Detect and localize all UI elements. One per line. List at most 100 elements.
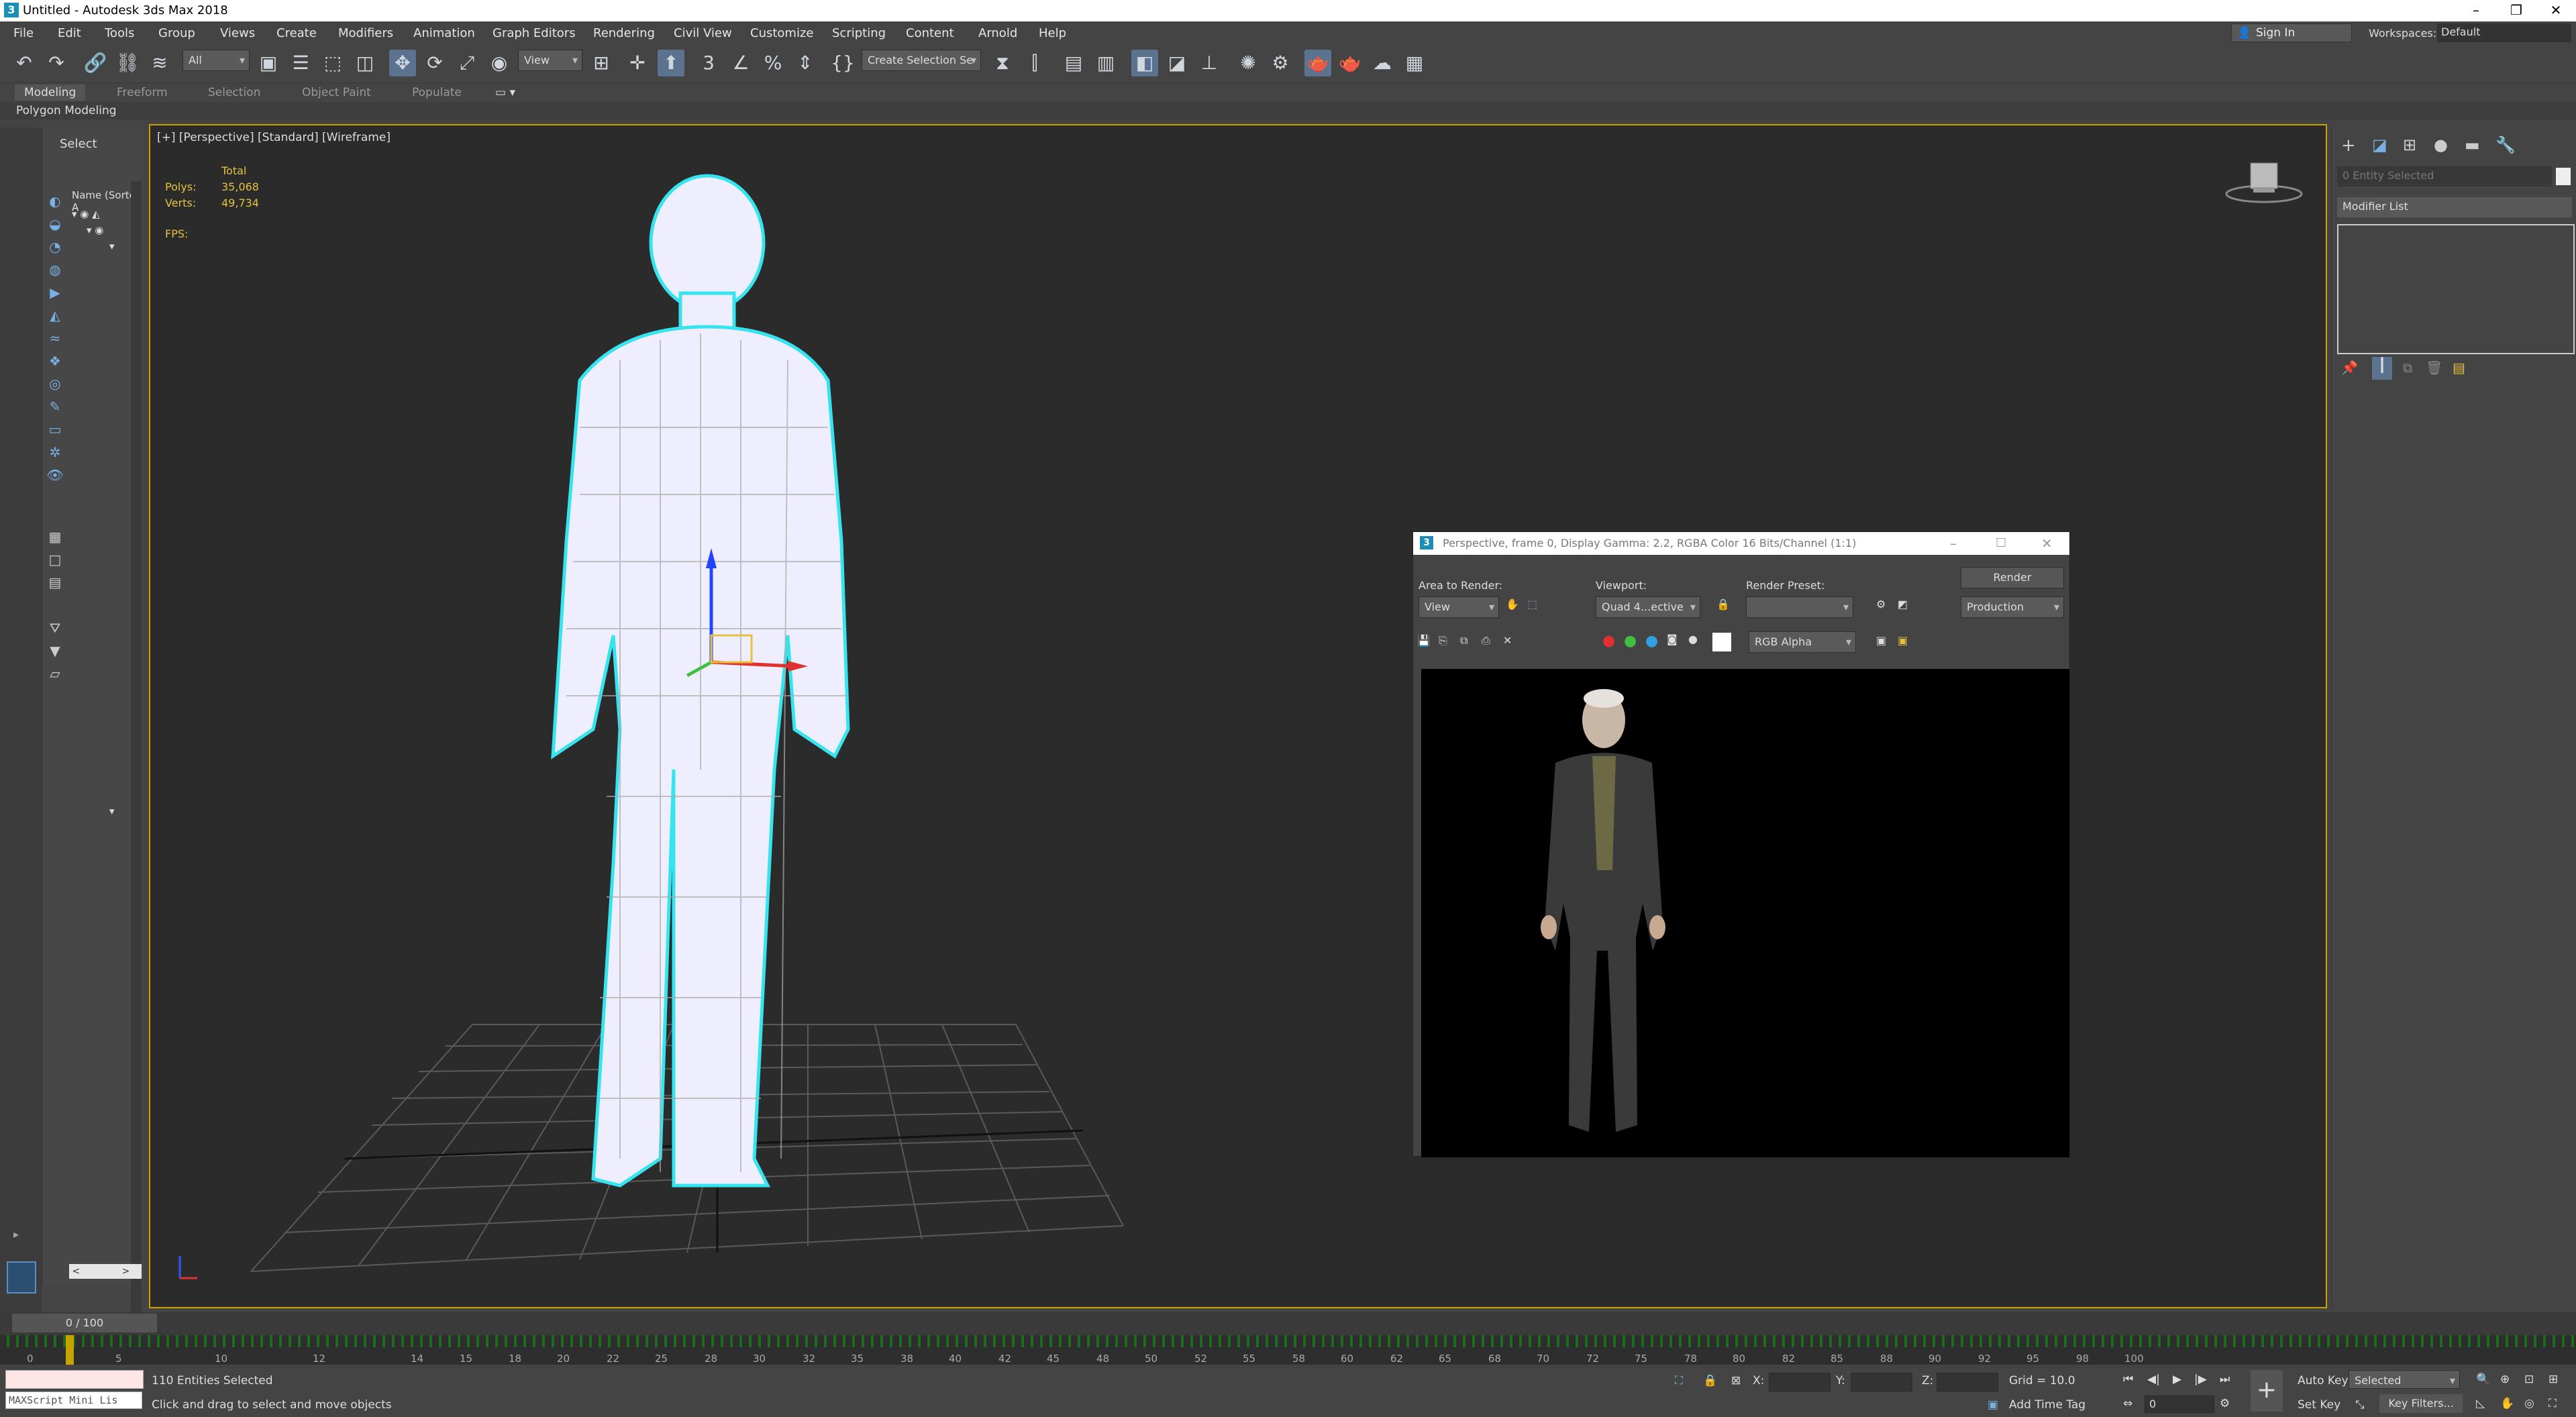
motion-tab-icon[interactable]: ● — [2434, 136, 2448, 154]
mirror-icon[interactable]: ⧗ — [989, 50, 1016, 76]
maxscript-mini-listener[interactable]: MAXScript Mini Lis — [5, 1392, 142, 1409]
swatch-icon[interactable] — [1712, 633, 1731, 651]
pin-stack-icon[interactable]: 📌 — [2341, 360, 2358, 376]
key-mode-icon[interactable]: ⇔ — [2123, 1397, 2132, 1410]
display-particles-icon[interactable]: ✲ — [45, 443, 65, 462]
modifier-list-dropdown[interactable]: Modifier List — [2337, 197, 2572, 217]
field-of-view-icon[interactable]: ◺ — [2476, 1397, 2485, 1410]
toggle-ui-icon[interactable]: ▣ — [1898, 634, 1908, 647]
invert-display-icon[interactable]: ▤ — [45, 573, 65, 592]
scene-explorer-select-label[interactable]: Select — [60, 137, 97, 151]
display-frozen-icon[interactable]: 👁 — [45, 466, 65, 484]
remove-modifier-icon[interactable]: 🗑 — [2426, 360, 2442, 376]
scroll-down-icon[interactable]: ▾ — [109, 805, 115, 817]
utilities-tab-icon[interactable]: 🔧 — [2495, 136, 2516, 154]
next-frame-icon[interactable]: |▶ — [2194, 1373, 2207, 1386]
schematic-view-icon[interactable]: ⊥ — [1196, 50, 1223, 76]
render-mode-dropdown[interactable]: Production — [1961, 596, 2064, 618]
hierarchy-tab-icon[interactable]: ⊞ — [2403, 136, 2416, 154]
edit-named-selection-icon[interactable]: {} — [829, 50, 856, 76]
menu-animation[interactable]: Animation — [413, 26, 475, 40]
display-helpers-icon[interactable]: ◭ — [45, 306, 65, 325]
sign-in-button[interactable]: 👤 Sign In — [2231, 23, 2352, 42]
absolute-mode-icon[interactable]: ⊠ — [1731, 1374, 1741, 1387]
menu-create[interactable]: Create — [276, 26, 317, 40]
rendered-image[interactable] — [1421, 669, 2069, 1157]
current-frame-field[interactable]: 0 — [2145, 1396, 2214, 1413]
snaps-toggle-icon[interactable]: 3 — [695, 50, 722, 76]
pivot-center-icon[interactable]: ⊞ — [588, 50, 615, 76]
display-none-icon[interactable]: ◐ — [45, 192, 65, 211]
y-coordinate-field[interactable] — [1851, 1373, 1912, 1392]
redo-icon[interactable]: ↷ — [43, 50, 70, 76]
menu-tools[interactable]: Tools — [105, 26, 134, 40]
link-icon[interactable]: 🔗 — [82, 50, 109, 76]
ribbon-options-icon[interactable]: ▭ ▾ — [486, 85, 525, 101]
blue-channel-icon[interactable]: ● — [1645, 633, 1658, 649]
percent-snap-icon[interactable]: % — [760, 50, 786, 76]
display-xrefs-icon[interactable]: ◎ — [45, 374, 65, 393]
menu-graph-editors[interactable]: Graph Editors — [493, 26, 576, 40]
red-channel-icon[interactable]: ● — [1602, 633, 1615, 649]
toggle-layer-explorer-icon[interactable]: ▥ — [1092, 50, 1119, 76]
menu-customize[interactable]: Customize — [750, 26, 813, 40]
select-move-icon[interactable]: ✥ — [389, 50, 416, 76]
zoom-all-icon[interactable]: ⊕ — [2500, 1373, 2510, 1386]
play-icon[interactable]: ▶ — [2173, 1373, 2181, 1386]
time-slider-thumb[interactable]: 0 / 100 — [12, 1314, 157, 1332]
select-object-icon[interactable]: ▣ — [255, 50, 282, 76]
keyboard-shortcut-override-icon[interactable]: ⬆ — [658, 50, 684, 76]
tab-object-paint[interactable]: Object Paint — [293, 85, 380, 101]
add-time-tag[interactable]: Add Time Tag — [2009, 1398, 2085, 1412]
selection-filter-dropdown[interactable]: All — [183, 50, 250, 71]
display-shapes-icon[interactable]: ◔ — [45, 238, 65, 256]
minimize-icon[interactable]: – — [2456, 0, 2496, 21]
set-key-big-icon[interactable]: + — [2251, 1370, 2283, 1412]
time-configuration-icon[interactable]: ⚙ — [2220, 1397, 2230, 1410]
undo-icon[interactable]: ↶ — [11, 50, 38, 76]
modifier-stack[interactable] — [2337, 224, 2575, 354]
configure-modifier-sets-icon[interactable]: ▤ — [2453, 360, 2465, 376]
viewport-dropdown[interactable]: Quad 4...ective — [1596, 596, 1700, 618]
maxscript-listener-input[interactable] — [5, 1370, 144, 1389]
display-tab-icon[interactable]: ▬ — [2465, 136, 2480, 154]
alpha-channel-icon[interactable]: ◙ — [1667, 633, 1678, 645]
display-cameras-icon[interactable]: ▶ — [45, 283, 65, 302]
align-icon[interactable]: ⫿ — [1021, 50, 1048, 76]
display-groups-icon[interactable]: ❖ — [45, 352, 65, 370]
close-icon[interactable]: ✕ — [2536, 0, 2576, 21]
environment-effects-icon[interactable]: ◩ — [1898, 598, 1908, 611]
select-scale-icon[interactable]: ⤢ — [454, 50, 480, 76]
menu-rendering[interactable]: Rendering — [593, 26, 655, 40]
toggle-ui-overlay-icon[interactable]: ▣ — [1876, 634, 1886, 647]
entity-name-field[interactable]: 0 Entity Selected — [2337, 166, 2552, 187]
clone-window-icon[interactable]: ⧉ — [1460, 634, 1467, 647]
layer-icon[interactable]: ▱ — [45, 664, 65, 683]
set-key-button[interactable]: Set Key — [2298, 1398, 2340, 1412]
select-place-icon[interactable]: ◉ — [486, 50, 513, 76]
key-filters-button[interactable]: Key Filters... — [2379, 1394, 2463, 1413]
make-unique-icon[interactable]: ⧉ — [2403, 360, 2412, 376]
isolate-selection-icon[interactable]: ⛶ — [1675, 1374, 1683, 1387]
rendered-frame-window-icon[interactable]: 🫖 — [1304, 50, 1331, 76]
toggle-scene-explorer-icon[interactable]: ▤ — [1060, 50, 1087, 76]
auto-key-button[interactable]: Auto Key — [2298, 1374, 2349, 1387]
green-channel-icon[interactable]: ● — [1624, 633, 1637, 649]
reference-coordinate-dropdown[interactable]: View — [518, 50, 582, 71]
rect-selection-icon[interactable]: ⬚ — [319, 50, 346, 76]
select-rotate-icon[interactable]: ⟳ — [421, 50, 448, 76]
orbit-icon[interactable]: ◎ — [2524, 1397, 2534, 1410]
render-button[interactable]: Render — [1961, 567, 2064, 588]
create-tab-icon[interactable]: + — [2341, 136, 2356, 156]
tree-child-arrow-icon[interactable]: ▾ — [109, 240, 115, 252]
minimize-icon[interactable]: – — [1950, 532, 1957, 555]
previous-frame-icon[interactable]: ◀| — [2147, 1373, 2160, 1386]
ribbon-panel-polygon-modeling[interactable]: Polygon Modeling — [16, 104, 117, 117]
z-coordinate-field[interactable] — [1937, 1373, 1998, 1392]
render-shortcuts-icon[interactable]: ▦ — [1401, 50, 1428, 76]
menu-civil-view[interactable]: Civil View — [674, 26, 732, 40]
selection-lock-icon[interactable]: 🔒 — [1703, 1374, 1717, 1387]
tab-modeling[interactable]: Modeling — [15, 85, 86, 101]
restore-icon[interactable]: ❐ — [2496, 0, 2536, 21]
display-channel-dropdown[interactable]: RGB Alpha — [1749, 631, 1856, 653]
